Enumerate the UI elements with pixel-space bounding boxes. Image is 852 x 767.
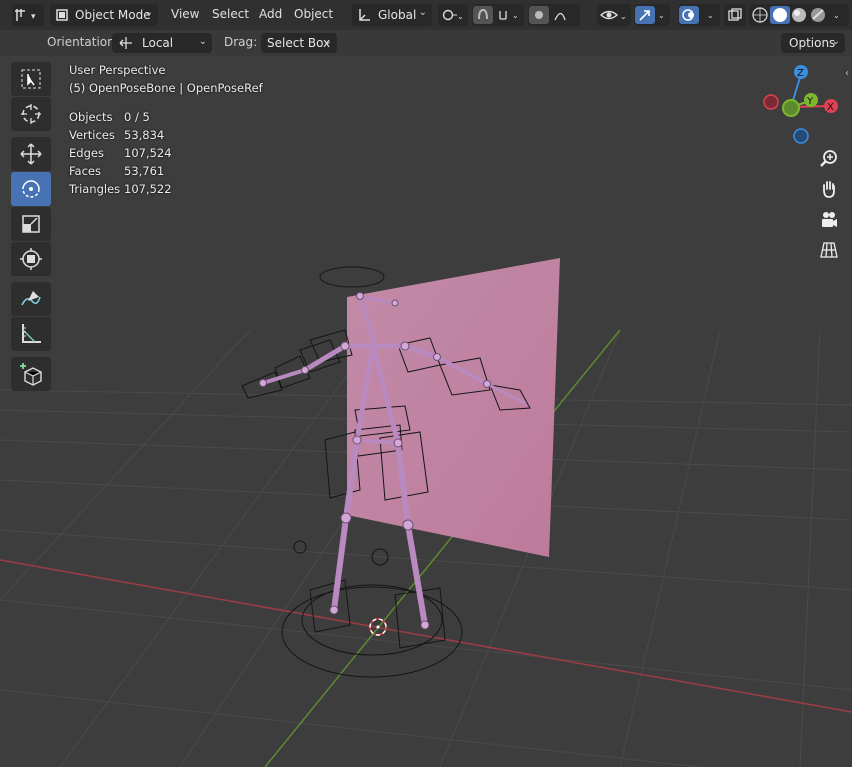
object-mode-icon	[56, 9, 68, 21]
perspective-toggle-button[interactable]	[815, 236, 843, 264]
drag-dropdown[interactable]: Select Box ⌄	[261, 33, 337, 53]
chevron-down-icon: ⌄	[144, 7, 153, 18]
stat-label: Edges	[69, 146, 104, 160]
menu-view[interactable]: View	[171, 7, 199, 21]
navigation-gizmo[interactable]: Z Y X	[755, 60, 845, 150]
svg-text:⌄: ⌄	[512, 11, 519, 20]
mode-label: Object Mode	[75, 8, 151, 22]
eye-icon: ⌄	[599, 10, 627, 21]
proportional-edit-group[interactable]	[528, 4, 580, 26]
visibility-button[interactable]: ⌄	[597, 4, 631, 26]
grid-icon	[820, 242, 838, 258]
tool-orientation-value: Local	[142, 36, 174, 50]
add-cube-icon	[20, 363, 42, 386]
axis-editor-icon: ▾	[15, 9, 36, 22]
svg-text:⌄: ⌄	[658, 11, 665, 20]
reference-image-plane	[347, 258, 560, 557]
cursor-icon	[21, 104, 41, 124]
drag-caption: Drag:	[224, 35, 258, 49]
annotate-icon	[21, 291, 41, 306]
shading-icons: ⌄	[752, 6, 840, 24]
editor-type-button[interactable]: ▾	[12, 4, 44, 26]
view-name: User Perspective	[69, 63, 166, 77]
select-box-icon	[21, 69, 41, 89]
chevron-down-icon: ⌄	[323, 36, 332, 47]
stat-label: Faces	[69, 164, 101, 178]
tool-select-box[interactable]	[11, 62, 51, 96]
rotate-icon	[22, 180, 40, 198]
svg-text:⌄: ⌄	[457, 12, 464, 21]
drag-value: Select Box	[267, 36, 331, 50]
viewport-header: ▾ Object Mode ⌄ View Select Add Object G…	[0, 0, 852, 30]
svg-text:⌄: ⌄	[707, 11, 714, 20]
transform-orientation-dropdown[interactable]: Global ⌄	[352, 4, 432, 26]
scale-icon	[22, 215, 40, 233]
overlays-toggle-button[interactable]: ⌄	[678, 4, 720, 26]
snap-icon: ⌄	[473, 6, 519, 24]
chevron-down-icon: ⌄	[831, 36, 840, 47]
tool-annotate[interactable]	[11, 282, 51, 316]
shading-group[interactable]: ⌄	[749, 4, 849, 26]
gizmo-toggle-button[interactable]: ⌄	[634, 4, 670, 26]
tool-rotate[interactable]	[11, 172, 51, 206]
camera-view-button[interactable]	[815, 206, 843, 234]
pivot-icon: ⌄	[442, 9, 464, 21]
zoom-icon	[820, 150, 837, 167]
camera-icon	[822, 212, 837, 227]
stat-value: 53,761	[124, 164, 165, 178]
overlays-icon: ⌄	[679, 6, 714, 24]
stat-label: Objects	[69, 110, 113, 124]
snapping-group[interactable]: ⌄	[472, 4, 524, 26]
menu-add[interactable]: Add	[259, 7, 282, 21]
gizmo-z-label: Z	[797, 68, 804, 79]
chevron-down-icon: ⌄	[198, 36, 207, 47]
transform-icon	[20, 248, 42, 270]
options-label: Options	[789, 36, 836, 50]
stat-value: 0 / 5	[124, 110, 150, 124]
x-axis-line	[0, 559, 852, 713]
hand-icon	[823, 181, 835, 198]
stat-value: 107,522	[124, 182, 172, 196]
svg-text:⌄: ⌄	[833, 11, 840, 20]
xray-icon	[728, 8, 742, 21]
stat-label: Vertices	[69, 128, 115, 142]
tool-cursor[interactable]	[11, 97, 51, 131]
global-axes-icon	[359, 9, 370, 21]
orientation-caption: Orientation:	[47, 35, 119, 49]
mode-dropdown[interactable]: Object Mode ⌄	[50, 4, 158, 26]
pan-button[interactable]	[815, 175, 843, 203]
svg-text:⌄: ⌄	[620, 12, 627, 21]
active-object-text: (5) OpenPoseBone | OpenPoseRef	[69, 81, 263, 95]
menu-select[interactable]: Select	[212, 7, 249, 21]
zoom-button[interactable]	[815, 145, 843, 173]
stat-value: 107,524	[124, 146, 172, 160]
tool-orientation-dropdown[interactable]: Local ⌄	[112, 33, 212, 53]
local-axes-icon	[119, 37, 132, 49]
move-icon	[20, 143, 42, 165]
stat-label: Triangles	[69, 182, 121, 196]
tool-measure[interactable]	[11, 317, 51, 351]
gizmo-x-label: X	[827, 102, 834, 113]
gizmo-y-label: Y	[806, 96, 814, 107]
tool-transform[interactable]	[11, 242, 51, 276]
svg-text:▾: ▾	[31, 12, 36, 22]
stat-value: 53,834	[124, 128, 165, 142]
pivot-point-button[interactable]: ⌄	[438, 4, 468, 26]
orientation-label: Global	[378, 8, 417, 22]
chevron-down-icon: ⌄	[418, 7, 427, 18]
options-dropdown[interactable]: Options ⌄	[781, 33, 845, 53]
proportional-edit-icon	[529, 6, 566, 24]
gizmo-icon: ⌄	[635, 6, 665, 24]
measure-icon	[22, 324, 41, 343]
xray-button[interactable]	[724, 4, 746, 26]
tool-move[interactable]	[11, 137, 51, 171]
tool-scale[interactable]	[11, 207, 51, 241]
sidebar-toggle-icon[interactable]: ‹	[845, 68, 849, 79]
tool-add-cube[interactable]	[11, 357, 51, 391]
menu-object[interactable]: Object	[294, 7, 333, 21]
